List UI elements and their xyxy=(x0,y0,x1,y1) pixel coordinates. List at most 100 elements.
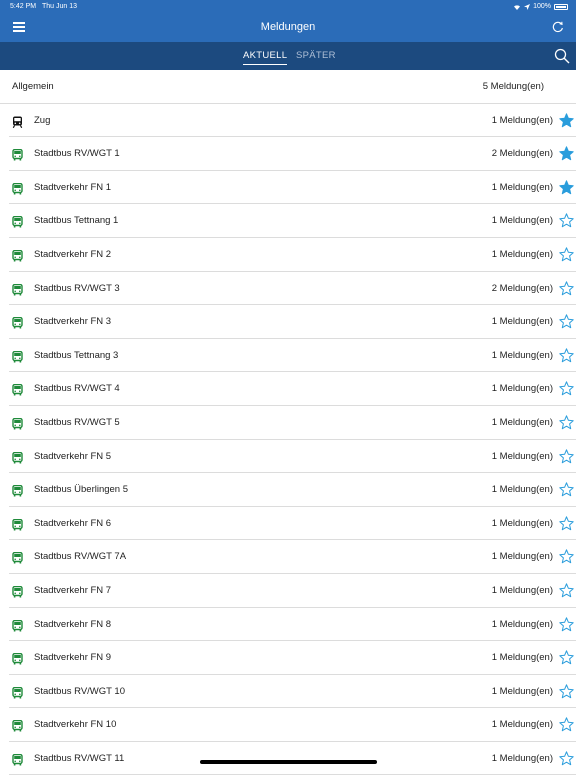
item-count: 1 Meldung(en) xyxy=(491,416,553,428)
item-label: Stadtverkehr FN 10 xyxy=(34,719,117,731)
star-outline-icon[interactable] xyxy=(559,583,574,598)
tab-later[interactable]: SPÄTER xyxy=(296,50,336,61)
bus-icon xyxy=(12,484,23,497)
item-count: 1 Meldung(en) xyxy=(491,349,553,361)
item-label: Stadtverkehr FN 5 xyxy=(34,450,112,462)
list-item[interactable]: Stadtverkehr FN 5 1 Meldung(en) xyxy=(9,440,576,474)
list-item[interactable]: Stadtbus Tettnang 3 1 Meldung(en) xyxy=(9,339,576,373)
star-outline-icon[interactable] xyxy=(559,549,574,564)
bus-icon xyxy=(12,719,23,732)
list-item[interactable]: Stadtverkehr FN 10 1 Meldung(en) xyxy=(9,708,576,742)
list-item[interactable]: Stadtbus RV/WGT 10 1 Meldung(en) xyxy=(9,675,576,709)
status-date: Thu Jun 13 xyxy=(42,3,78,10)
star-outline-icon[interactable] xyxy=(559,213,574,228)
star-filled-icon[interactable] xyxy=(559,180,574,195)
battery-icon xyxy=(554,3,568,10)
list-item[interactable]: Stadtbus RV/WGT 1 2 Meldung(en) xyxy=(9,137,576,171)
star-outline-icon[interactable] xyxy=(559,247,574,262)
page-title: Meldungen xyxy=(260,21,316,33)
general-row[interactable]: Allgemein 5 Meldung(en) xyxy=(0,70,576,104)
bus-icon xyxy=(12,383,23,396)
star-outline-icon[interactable] xyxy=(559,751,574,766)
bus-icon xyxy=(12,451,23,464)
item-count: 1 Meldung(en) xyxy=(491,652,553,664)
refresh-icon[interactable] xyxy=(552,21,564,33)
bus-icon xyxy=(12,283,23,296)
item-label: Stadtverkehr FN 9 xyxy=(34,652,112,664)
list-item[interactable]: Stadtbus Tettnang 1 1 Meldung(en) xyxy=(9,204,576,238)
list-item[interactable]: Stadtverkehr FN 8 1 Meldung(en) xyxy=(9,608,576,642)
star-filled-icon[interactable] xyxy=(559,146,574,161)
tab-current[interactable]: AKTUELL xyxy=(243,50,288,65)
bus-icon xyxy=(12,551,23,564)
bus-icon xyxy=(12,215,23,228)
item-label: Stadtbus Überlingen 5 xyxy=(34,484,129,496)
item-label: Stadtverkehr FN 7 xyxy=(34,584,112,596)
item-count: 1 Meldung(en) xyxy=(491,584,553,596)
bus-icon xyxy=(12,350,23,363)
star-outline-icon[interactable] xyxy=(559,683,574,699)
item-label: Stadtverkehr FN 6 xyxy=(34,517,112,529)
bus-icon xyxy=(12,686,23,699)
item-label: Stadtbus RV/WGT 11 xyxy=(34,752,125,764)
item-count: 2 Meldung(en) xyxy=(491,282,553,294)
list-item[interactable]: Stadtbus RV/WGT 7A 1 Meldung(en) xyxy=(9,540,576,574)
item-count: 1 Meldung(en) xyxy=(491,517,553,529)
list-item[interactable]: Stadtverkehr FN 9 1 Meldung(en) xyxy=(9,641,576,675)
bus-icon xyxy=(12,652,23,665)
status-bar: 5:42 PM Thu Jun 13 100% xyxy=(0,0,576,13)
list-item[interactable]: Zug 1 Meldung(en) xyxy=(9,104,576,138)
list-item[interactable]: Stadtverkehr FN 3 1 Meldung(en) xyxy=(9,305,576,339)
star-outline-icon[interactable] xyxy=(559,717,574,732)
item-label: Stadtbus RV/WGT 10 xyxy=(34,685,125,697)
battery-percent: 100% xyxy=(533,3,551,10)
star-outline-icon[interactable] xyxy=(559,280,574,296)
list-item[interactable]: Stadtbus RV/WGT 5 1 Meldung(en) xyxy=(9,406,576,440)
location-arrow-icon xyxy=(524,3,531,10)
item-count: 1 Meldung(en) xyxy=(491,752,553,764)
bus-icon xyxy=(12,619,23,631)
star-outline-icon[interactable] xyxy=(559,381,574,396)
general-label: Allgemein xyxy=(12,81,54,92)
star-outline-icon[interactable] xyxy=(559,616,574,632)
star-outline-icon[interactable] xyxy=(559,516,574,531)
search-icon[interactable] xyxy=(554,48,570,64)
star-outline-icon[interactable] xyxy=(559,314,574,329)
bus-icon xyxy=(12,585,23,598)
item-label: Stadtbus Tettnang 1 xyxy=(34,215,119,227)
item-count: 1 Meldung(en) xyxy=(491,248,553,260)
item-count: 1 Meldung(en) xyxy=(491,484,553,496)
star-outline-icon[interactable] xyxy=(559,650,574,665)
item-count: 1 Meldung(en) xyxy=(491,383,553,395)
bus-icon xyxy=(12,417,23,430)
wifi-icon xyxy=(514,4,521,10)
star-outline-icon[interactable] xyxy=(559,482,574,497)
bus-icon xyxy=(12,753,23,766)
list-item[interactable]: Stadtverkehr FN 6 1 Meldung(en) xyxy=(9,507,576,541)
list-item[interactable]: Stadtverkehr FN 2 1 Meldung(en) xyxy=(9,238,576,272)
list-item[interactable]: Stadtbus RV/WGT 3 2 Meldung(en) xyxy=(9,272,576,306)
item-count: 1 Meldung(en) xyxy=(491,450,553,462)
item-count: 1 Meldung(en) xyxy=(491,719,553,731)
star-outline-icon[interactable] xyxy=(559,348,574,363)
bus-icon xyxy=(12,518,23,531)
list-item[interactable]: Stadtverkehr FN 7 1 Meldung(en) xyxy=(9,574,576,608)
list-item[interactable]: Stadtbus RV/WGT 11 1 Meldung(en) xyxy=(9,742,576,775)
nav-bar: Meldungen xyxy=(0,13,576,42)
status-indicators: 100% xyxy=(513,3,568,10)
item-label: Stadtbus RV/WGT 5 xyxy=(34,416,120,428)
item-count: 1 Meldung(en) xyxy=(491,215,553,227)
home-indicator xyxy=(200,760,377,764)
item-count: 2 Meldung(en) xyxy=(491,148,553,160)
item-count: 1 Meldung(en) xyxy=(491,114,553,126)
star-outline-icon[interactable] xyxy=(559,448,574,464)
list-item[interactable]: Stadtbus RV/WGT 4 1 Meldung(en) xyxy=(9,372,576,406)
star-filled-icon[interactable] xyxy=(559,112,574,128)
star-outline-icon[interactable] xyxy=(559,415,574,430)
list-item[interactable]: Stadtbus Überlingen 5 1 Meldung(en) xyxy=(9,473,576,507)
item-label: Zug xyxy=(34,114,51,126)
item-label: Stadtbus Tettnang 3 xyxy=(34,349,119,361)
list-item[interactable]: Stadtverkehr FN 1 1 Meldung(en) xyxy=(9,171,576,205)
item-label: Stadtbus RV/WGT 4 xyxy=(34,383,120,395)
status-time: 5:42 PM xyxy=(10,3,37,10)
